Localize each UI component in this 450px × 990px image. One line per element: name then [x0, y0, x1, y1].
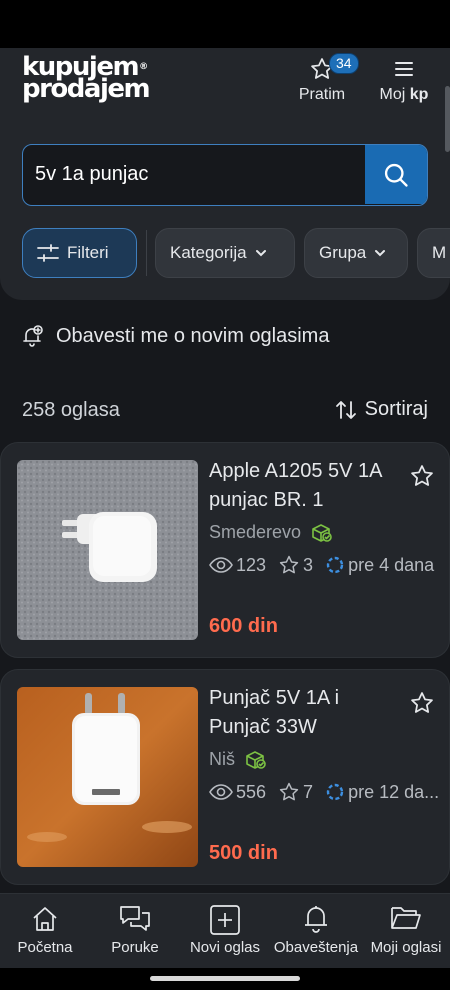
nav-item-home[interactable]: Početna [14, 904, 76, 956]
listing-card[interactable]: Apple A1205 5V 1A punjac BR. 1 Smederevo… [0, 442, 450, 658]
verified-box-icon [245, 750, 267, 770]
listing-age: pre 12 da... [348, 781, 440, 802]
star-outline-icon [278, 554, 300, 576]
nav-label: Novi oglas [189, 939, 261, 956]
eye-icon [209, 784, 233, 800]
favorites-count: 7 [303, 781, 314, 802]
results-count: 258 oglasa [22, 399, 120, 421]
chip-divider [146, 230, 147, 276]
top-bar: kupujem® prodajem 34 Pratim Moj kp Filte… [0, 48, 450, 300]
filter-chips: Filteri Kategorija Grupa M [22, 228, 450, 280]
favorite-star-icon[interactable] [409, 463, 435, 494]
search-icon [384, 163, 408, 187]
views-count: 556 [236, 781, 267, 802]
app-screen: kupujem® prodajem 34 Pratim Moj kp Filte… [0, 48, 450, 968]
category-label: Kategorija [170, 243, 247, 262]
logo-line2: prodajem [22, 74, 151, 104]
notify-new-listings[interactable]: Obavesti me o novim oglasima [22, 324, 329, 348]
search-button[interactable] [365, 145, 427, 204]
sliders-icon [37, 244, 59, 262]
notify-label: Obavesti me o novim oglasima [56, 324, 330, 347]
views-count: 123 [236, 554, 267, 575]
sort-icon [335, 400, 357, 420]
star-outline-icon [278, 781, 300, 803]
pratim-button[interactable]: 34 Pratim [295, 53, 359, 104]
favorites-count: 3 [303, 554, 314, 575]
moj-kp-button[interactable]: Moj kp [376, 56, 432, 104]
sort-label: Sortiraj [364, 398, 428, 420]
nav-label: Poruke [111, 939, 159, 956]
bell-icon [270, 904, 362, 936]
listing-title[interactable]: Apple A1205 5V 1A punjac BR. 1 [209, 457, 399, 515]
listing-location: Niš [209, 749, 267, 770]
moj-label: Moj [379, 86, 406, 103]
favorite-star-icon[interactable] [409, 690, 435, 721]
home-indicator[interactable] [150, 976, 300, 981]
chevron-down-icon [255, 249, 267, 257]
eye-icon [209, 557, 233, 573]
nav-item-messages[interactable]: Poruke [106, 904, 164, 956]
search-bar [22, 144, 428, 206]
nav-label: Početna [17, 939, 73, 956]
menu-icon [395, 62, 413, 76]
nav-item-new-listing[interactable]: Novi oglas [186, 904, 264, 956]
more-label: M [432, 243, 447, 262]
pratim-label: Pratim [298, 86, 346, 103]
nav-item-notifications[interactable]: Obaveštenja [270, 904, 362, 956]
category-dropdown[interactable]: Kategorija [155, 228, 295, 278]
sort-button[interactable]: Sortiraj [335, 398, 428, 421]
listing-location: Smederevo [209, 522, 333, 543]
scrollbar[interactable] [445, 86, 450, 152]
group-dropdown[interactable]: Grupa [304, 228, 408, 278]
nav-label: Moji oglasi [370, 939, 442, 956]
nav-item-my-listings[interactable]: Moji oglasi [366, 904, 446, 956]
refresh-icon [325, 782, 345, 802]
listing-card[interactable]: Punjač 5V 1A i Punjač 33W Niš 556 7 pre … [0, 669, 450, 885]
location-label: Niš [209, 749, 235, 769]
listing-price: 500 din [209, 842, 278, 864]
status-bar [0, 0, 450, 48]
listing-image[interactable] [17, 460, 198, 640]
group-label: Grupa [319, 243, 367, 262]
system-nav-bar [0, 968, 450, 990]
listing-age: pre 4 dana [348, 554, 435, 575]
filter-button[interactable]: Filteri [22, 228, 137, 278]
refresh-icon [325, 555, 345, 575]
logo[interactable]: kupujem® prodajem [22, 54, 151, 104]
moj-suffix: kp [409, 86, 429, 103]
filter-label: Filteri [67, 243, 109, 262]
listing-stats: 123 3 pre 4 dana [209, 554, 434, 576]
verified-box-icon [311, 523, 333, 543]
logo-reg: ® [139, 62, 149, 72]
listing-price: 600 din [209, 615, 278, 637]
nav-label: Obaveštenja [273, 939, 359, 956]
bell-plus-icon [22, 324, 44, 348]
location-label: Smederevo [209, 522, 302, 542]
pratim-badge: 34 [329, 53, 359, 74]
listing-image[interactable] [17, 687, 198, 867]
home-icon [14, 904, 76, 936]
messages-icon [106, 904, 164, 936]
chevron-down-icon [374, 249, 386, 257]
listing-title[interactable]: Punjač 5V 1A i Punjač 33W [209, 684, 399, 742]
more-filter-chip[interactable]: M [417, 228, 450, 278]
folder-icon [366, 904, 446, 936]
bottom-nav: Početna Poruke Novi oglas Obaveštenja Mo… [0, 893, 450, 968]
add-icon [186, 904, 264, 936]
listing-stats: 556 7 pre 12 da... [209, 781, 439, 803]
search-input[interactable] [23, 145, 365, 204]
